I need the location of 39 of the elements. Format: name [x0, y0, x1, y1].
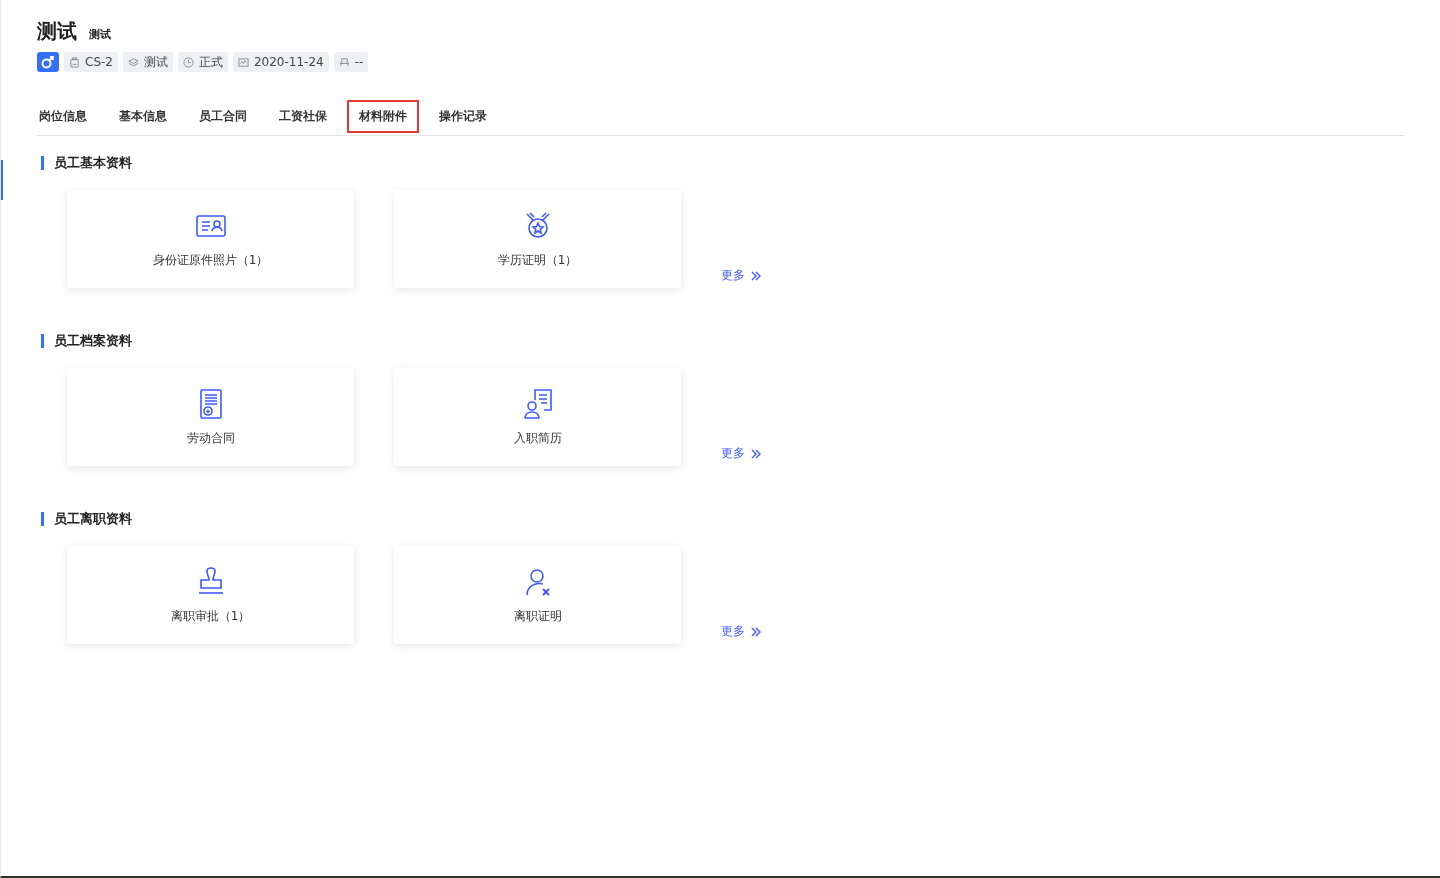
- more-link[interactable]: 更多: [721, 445, 761, 462]
- document-card[interactable]: 入职简历: [394, 368, 681, 466]
- chart-icon: [237, 56, 249, 68]
- double-chevron-icon: [751, 626, 761, 637]
- tab[interactable]: 操作记录: [427, 100, 499, 133]
- document-card[interactable]: 离职审批（1）: [67, 546, 354, 644]
- card-label: 劳动合同: [186, 429, 235, 447]
- tab[interactable]: 员工合同: [187, 100, 259, 133]
- tab[interactable]: 岗位信息: [27, 100, 99, 133]
- info-tag: --: [333, 52, 369, 72]
- document-card[interactable]: 劳动合同: [67, 368, 354, 466]
- more-link[interactable]: 更多: [721, 267, 761, 284]
- info-tag: 正式: [177, 52, 228, 72]
- tab[interactable]: 工资社保: [267, 100, 339, 133]
- double-chevron-icon: [751, 270, 761, 281]
- info-tag: 2020-11-24: [232, 52, 329, 72]
- tab[interactable]: 材料附件: [347, 100, 419, 133]
- double-chevron-icon: [751, 448, 761, 459]
- more-link[interactable]: 更多: [721, 623, 761, 640]
- card-label: 离职证明: [513, 607, 562, 625]
- seat-icon: [338, 56, 350, 68]
- card-label: 离职审批（1）: [170, 607, 251, 625]
- employee-name: 测试: [37, 18, 77, 45]
- section-title: 员工离职资料: [41, 512, 1404, 526]
- info-tag: 测试: [122, 52, 173, 72]
- resume-icon: [521, 387, 554, 420]
- section-title: 员工档案资料: [41, 334, 1404, 348]
- card-label: 身份证原件照片（1）: [152, 251, 269, 269]
- card-label: 学历证明（1）: [497, 251, 578, 269]
- employee-subtitle: 测试: [89, 27, 111, 42]
- card-label: 入职简历: [513, 429, 562, 447]
- section-title: 员工基本资料: [41, 156, 1404, 170]
- info-tag: CS-2: [64, 52, 118, 72]
- layers-icon: [127, 56, 139, 68]
- document-card[interactable]: 身份证原件照片（1）: [67, 190, 354, 288]
- document-card[interactable]: 离职证明: [394, 546, 681, 644]
- document-card[interactable]: 学历证明（1）: [394, 190, 681, 288]
- tab[interactable]: 基本信息: [107, 100, 179, 133]
- clock-icon: [182, 56, 194, 68]
